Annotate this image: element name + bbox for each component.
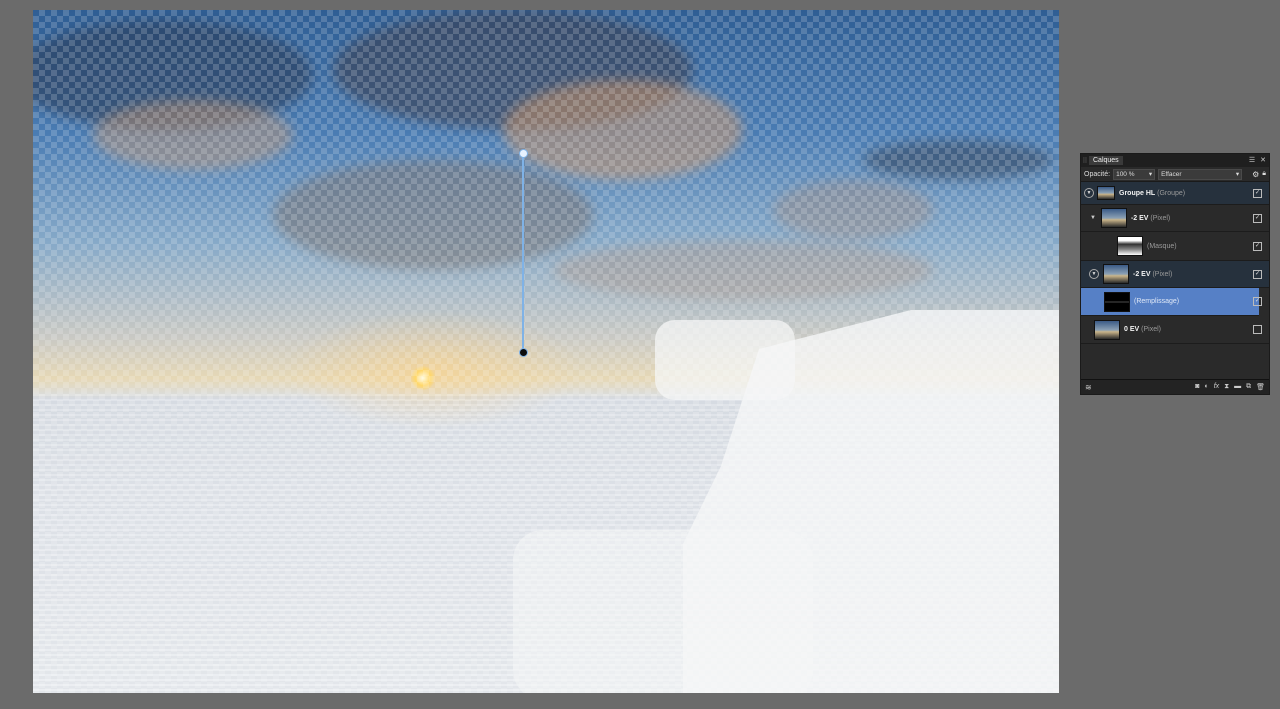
- group-icon[interactable]: ▬: [1234, 383, 1241, 391]
- layer-row[interactable]: (Masque) ✓: [1081, 232, 1269, 261]
- layer-type: (Remplissage): [1134, 298, 1180, 305]
- visibility-checkbox[interactable]: ✓: [1253, 213, 1262, 223]
- document-canvas[interactable]: [33, 10, 1059, 693]
- layer-type: (Pixel): [1141, 326, 1161, 333]
- expand-icon[interactable]: ▼: [1089, 269, 1099, 279]
- fx-icon[interactable]: fx: [1214, 383, 1219, 391]
- blend-mode-value: Effacer: [1161, 170, 1182, 178]
- expand-icon[interactable]: ▼: [1084, 188, 1094, 198]
- gear-icon[interactable]: ⚙: [1252, 170, 1259, 179]
- opacity-value: 100 %: [1116, 170, 1135, 178]
- chevron-down-icon: ▾: [1148, 171, 1153, 178]
- layer-type: (Masque): [1147, 242, 1177, 250]
- panel-titlebar[interactable]: ⠿ Calques ☰ ✕: [1081, 154, 1269, 167]
- fill-thumbnail: [1104, 291, 1130, 312]
- opacity-label: Opacité:: [1084, 170, 1111, 178]
- trash-icon[interactable]: 🗑︎: [1256, 383, 1265, 391]
- visibility-checkbox[interactable]: ✓: [1253, 269, 1262, 279]
- layer-thumbnail: [1094, 319, 1120, 340]
- layer-row[interactable]: ▼ -2 EV (Pixel) ✓: [1081, 261, 1269, 288]
- layer-row[interactable]: ▼ -2 EV (Pixel) ✓: [1081, 205, 1269, 232]
- mask-thumbnail: [1117, 236, 1143, 256]
- layer-name: -2 EV: [1130, 214, 1149, 222]
- panel-footer: ≋ ◙ ◐ fx ⧗ ▬ ⧉ 🗑︎: [1081, 379, 1269, 394]
- close-icon[interactable]: ✕: [1260, 156, 1266, 164]
- layer-type: (Pixel): [1152, 270, 1173, 278]
- gradient-end-handle[interactable]: [519, 348, 528, 357]
- layer-thumbnail: [1103, 264, 1129, 284]
- layer-row[interactable]: ▼ Groupe HL (Groupe) ✓: [1081, 182, 1269, 205]
- visibility-checkbox[interactable]: ✓: [1253, 297, 1262, 306]
- chevron-down-icon: ▾: [1235, 171, 1240, 178]
- layer-thumbnail: [1097, 186, 1115, 200]
- layers-stack-icon[interactable]: ≋: [1085, 383, 1092, 392]
- tab-layers[interactable]: Calques: [1089, 156, 1123, 165]
- visibility-checkbox[interactable]: ✓: [1253, 241, 1262, 251]
- transparency-checker: [33, 10, 1059, 693]
- layer-row[interactable]: 0 EV (Pixel): [1081, 316, 1269, 344]
- layer-name: -2 EV: [1133, 270, 1151, 278]
- layer-thumbnail: [1100, 208, 1127, 228]
- grip-icon[interactable]: ⠿: [1081, 157, 1089, 165]
- lock-icon[interactable]: 🔒︎: [1262, 170, 1266, 178]
- adjustment-icon[interactable]: ◐: [1205, 383, 1209, 391]
- blend-mode-select[interactable]: Effacer ▾: [1158, 168, 1243, 180]
- visibility-checkbox[interactable]: ✓: [1253, 188, 1262, 198]
- opacity-row: Opacité: 100 % ▾ Effacer ▾ ⚙ 🔒︎: [1081, 167, 1269, 182]
- layer-type: (Pixel): [1150, 214, 1171, 222]
- gradient-handle-line[interactable]: [522, 153, 524, 352]
- opacity-field[interactable]: 100 % ▾: [1113, 168, 1156, 180]
- layer-row-selected[interactable]: (Remplissage) ✓: [1081, 288, 1262, 316]
- visibility-checkbox[interactable]: [1253, 325, 1262, 334]
- live-filter-icon[interactable]: ⧗: [1224, 383, 1229, 391]
- layers-panel: ⠿ Calques ☰ ✕ Opacité: 100 % ▾ Effacer ▾…: [1080, 153, 1270, 395]
- layer-type: (Groupe): [1157, 189, 1186, 197]
- menu-icon[interactable]: ☰: [1249, 156, 1255, 164]
- mask-icon[interactable]: ◙: [1195, 383, 1199, 391]
- collapse-triangle-icon[interactable]: ▼: [1090, 215, 1096, 221]
- gradient-start-handle[interactable]: [519, 149, 528, 158]
- duplicate-icon[interactable]: ⧉: [1246, 383, 1251, 391]
- layer-name: 0 EV: [1124, 326, 1140, 333]
- layer-name: Groupe HL: [1119, 189, 1156, 197]
